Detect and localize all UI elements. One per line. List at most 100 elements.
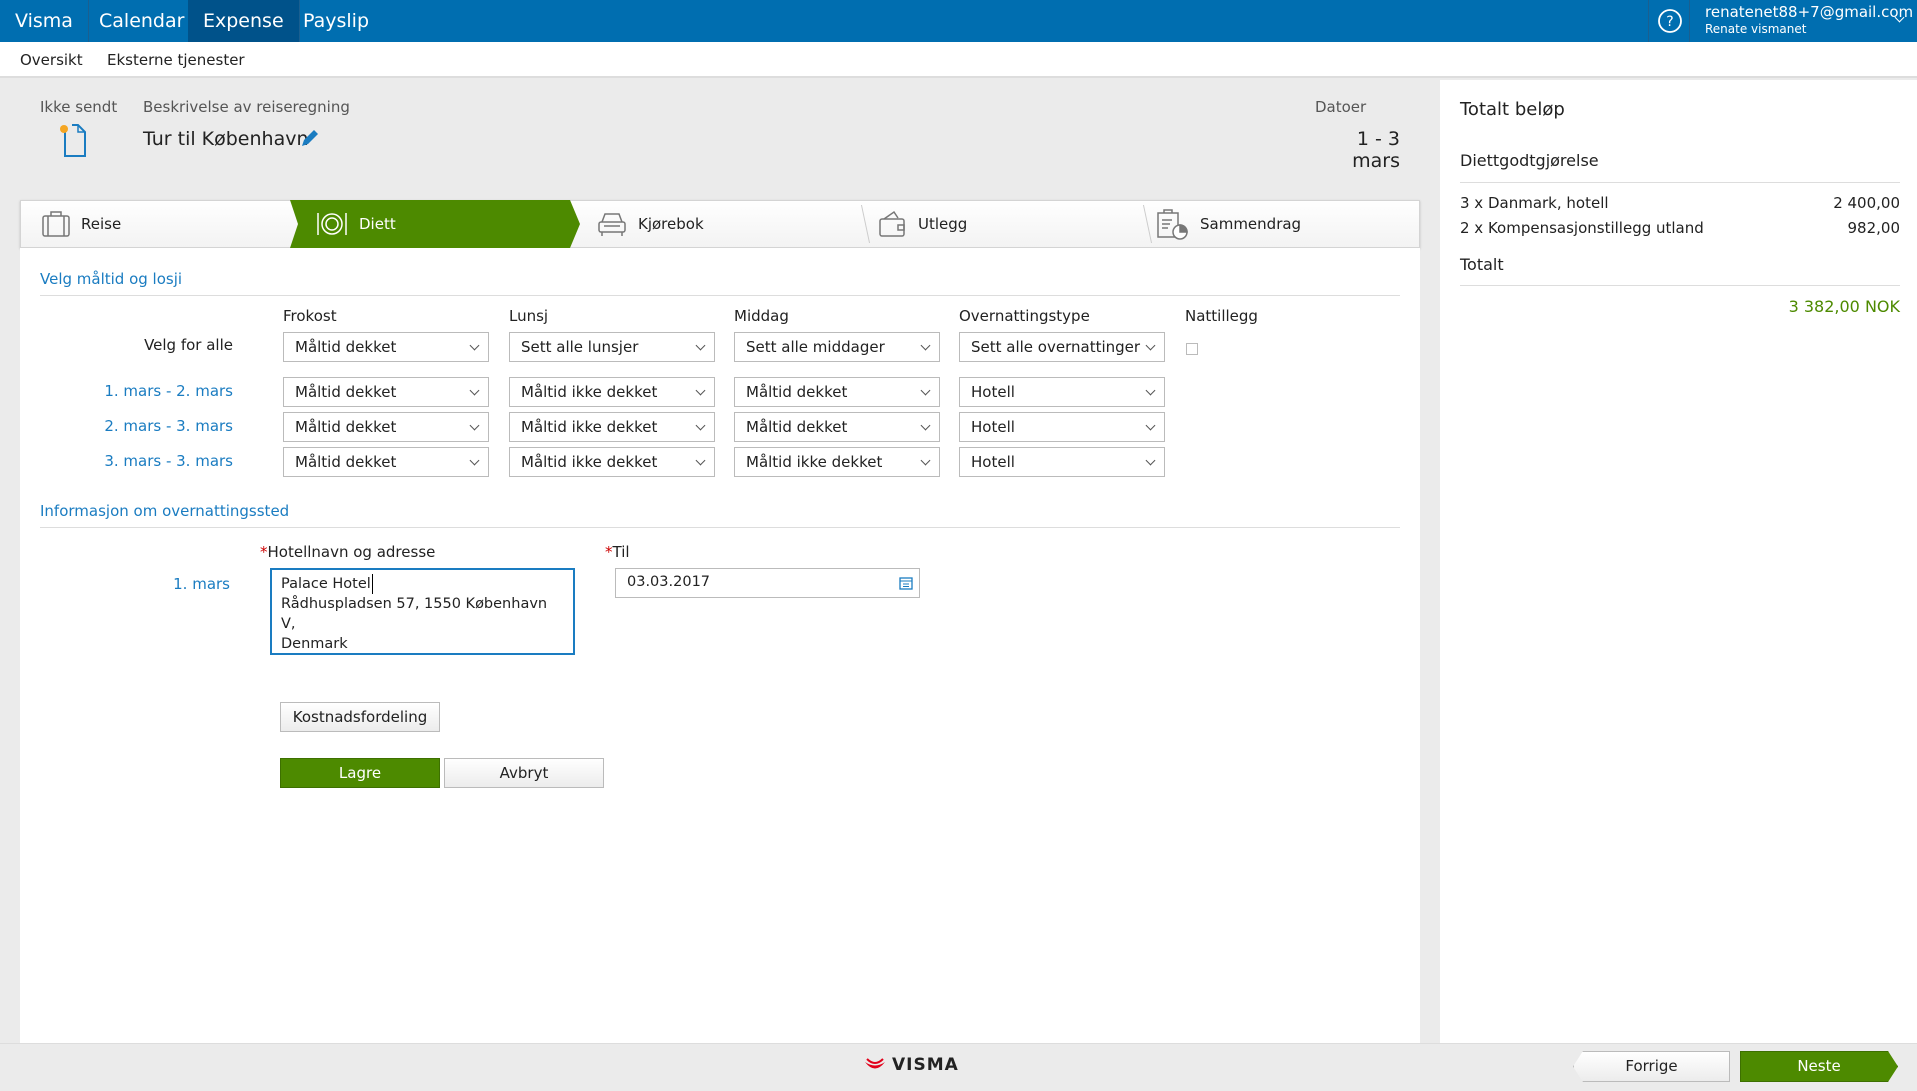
nav-calendar[interactable]: Calendar xyxy=(84,0,201,42)
lunsj-select[interactable]: Måltid ikke dekket xyxy=(509,412,715,442)
dates-label: Datoer xyxy=(1315,98,1367,116)
plate-cutlery-icon xyxy=(317,213,347,235)
hotel-line: Denmark xyxy=(281,636,348,652)
hotel-line: Palace Hotel xyxy=(281,574,373,594)
wallet-icon xyxy=(879,210,905,237)
all-lunsj-select[interactable]: Sett alle lunsjer xyxy=(509,332,715,362)
summary-title: Totalt beløp xyxy=(1460,99,1565,120)
user-email[interactable]: renatenet88+7@gmail.com xyxy=(1705,3,1913,21)
next-button[interactable]: Neste xyxy=(1740,1051,1898,1082)
clipboard-chart-icon xyxy=(1157,209,1188,240)
save-button[interactable]: Lagre xyxy=(280,758,440,788)
divider xyxy=(40,527,1400,528)
hotel-address-textarea[interactable]: Palace Hotel Rådhuspladsen 57, 1550 Købe… xyxy=(270,568,575,655)
sub-navbar: Oversikt Eksterne tjenester xyxy=(0,42,1917,78)
user-name[interactable]: Renate vismanet xyxy=(1705,22,1806,36)
col-frokost: Frokost xyxy=(283,307,337,325)
meals-section-title: Velg måltid og losji xyxy=(40,270,183,288)
cancel-button[interactable]: Avbryt xyxy=(444,758,604,788)
divider xyxy=(1460,182,1900,183)
col-overnattingstype: Overnattingstype xyxy=(959,307,1090,325)
step-label: Utlegg xyxy=(918,215,968,233)
total-value: 3 382,00 NOK xyxy=(1788,297,1900,316)
step-kjorebok[interactable]: Kjørebok xyxy=(596,201,704,247)
visma-logo-icon xyxy=(865,1058,885,1069)
help-button[interactable]: ? xyxy=(1648,0,1690,42)
hotel-label-text: Hotellnavn og adresse xyxy=(267,543,436,561)
step-label: Diett xyxy=(359,215,396,233)
suitcase-icon xyxy=(42,211,70,237)
step-label: Reise xyxy=(81,215,122,233)
summary-section: Diettgodtgjørelse xyxy=(1460,151,1599,170)
frokost-select[interactable]: Måltid dekket xyxy=(283,412,489,442)
previous-button[interactable]: Forrige xyxy=(1573,1051,1730,1082)
overnatting-select[interactable]: Hotell xyxy=(959,447,1165,477)
to-date-input[interactable]: 03.03.2017 xyxy=(615,568,920,598)
step-bar: Reise Diett Kjørebok Utlegg Sammendrag xyxy=(20,200,1420,248)
row-date-label[interactable]: 1. mars - 2. mars xyxy=(33,382,233,400)
help-icon: ? xyxy=(1658,9,1682,33)
divider xyxy=(1460,285,1900,286)
required-marker: * xyxy=(605,543,613,561)
content-panel xyxy=(20,248,1420,1043)
col-middag: Middag xyxy=(734,307,789,325)
step-diett[interactable]: Diett xyxy=(315,201,396,247)
divider xyxy=(40,295,1400,296)
dates-value: 1 - 3 mars xyxy=(1352,128,1400,172)
lodging-date-label: 1. mars xyxy=(173,575,230,593)
summary-item-value: 2 400,00 xyxy=(1833,194,1900,212)
step-utlegg[interactable]: Utlegg xyxy=(878,201,967,247)
frokost-select[interactable]: Måltid dekket xyxy=(283,377,489,407)
edit-pencil-icon[interactable] xyxy=(298,128,320,150)
report-title: Tur til København xyxy=(143,128,309,150)
summary-item-label: 2 x Kompensasjonstillegg utland xyxy=(1460,219,1704,237)
step-separator xyxy=(851,205,871,243)
to-label-text: Til xyxy=(612,543,630,561)
total-label: Totalt xyxy=(1460,255,1504,274)
hotel-line: Rådhuspladsen 57, 1550 København V, xyxy=(281,596,548,632)
col-lunsj: Lunsj xyxy=(509,307,549,325)
step-sammendrag[interactable]: Sammendrag xyxy=(1156,201,1301,247)
middag-select[interactable]: Måltid ikke dekket xyxy=(734,447,940,477)
row-date-label[interactable]: 2. mars - 3. mars xyxy=(33,417,233,435)
col-nattillegg: Nattillegg xyxy=(1185,307,1258,325)
nav-expense[interactable]: Expense xyxy=(188,0,300,42)
overnatting-select[interactable]: Hotell xyxy=(959,377,1165,407)
overnatting-select[interactable]: Hotell xyxy=(959,412,1165,442)
summary-item-value: 982,00 xyxy=(1847,219,1901,237)
car-icon xyxy=(598,213,626,236)
cost-allocation-button[interactable]: Kostnadsfordeling xyxy=(280,702,440,732)
subnav-eksterne[interactable]: Eksterne tjenester xyxy=(107,51,245,69)
all-frokost-select[interactable]: Måltid dekket xyxy=(283,332,489,362)
lunsj-select[interactable]: Måltid ikke dekket xyxy=(509,447,715,477)
hotel-label: *Hotellnavn og adresse xyxy=(260,543,435,561)
description-label: Beskrivelse av reiseregning xyxy=(143,98,350,116)
to-label: *Til xyxy=(605,543,630,561)
nav-visma[interactable]: Visma xyxy=(0,0,89,42)
top-navbar: Visma Calendar Expense Payslip ? renaten… xyxy=(0,0,1917,42)
summary-item-label: 3 x Danmark, hotell xyxy=(1460,194,1609,212)
all-overnatting-select[interactable]: Sett alle overnattinger xyxy=(959,332,1165,362)
required-marker: * xyxy=(260,543,268,561)
status-label: Ikke sendt xyxy=(40,98,118,116)
visma-logo: VISMA xyxy=(864,1055,959,1075)
all-middag-select[interactable]: Sett alle middager xyxy=(734,332,940,362)
lunsj-select[interactable]: Måltid ikke dekket xyxy=(509,377,715,407)
frokost-select[interactable]: Måltid dekket xyxy=(283,447,489,477)
svg-text:?: ? xyxy=(1666,14,1673,30)
middag-select[interactable]: Måltid dekket xyxy=(734,412,940,442)
subnav-oversikt[interactable]: Oversikt xyxy=(20,51,83,69)
nattillegg-checkbox[interactable] xyxy=(1186,343,1198,355)
visma-logo-text: VISMA xyxy=(892,1055,959,1075)
calendar-icon[interactable] xyxy=(899,576,913,590)
row-date-label[interactable]: 3. mars - 3. mars xyxy=(33,452,233,470)
middag-select[interactable]: Måltid dekket xyxy=(734,377,940,407)
nav-payslip[interactable]: Payslip xyxy=(288,0,384,42)
lodging-section-title: Informasjon om overnattingssted xyxy=(40,502,290,520)
step-label[interactable]: Kjørebok xyxy=(638,215,704,233)
to-date-value: 03.03.2017 xyxy=(627,574,711,590)
step-reise[interactable]: Reise xyxy=(41,201,121,247)
step-label: Sammendrag xyxy=(1200,215,1302,233)
select-all-label: Velg for alle xyxy=(144,336,233,354)
new-document-icon xyxy=(60,124,86,157)
